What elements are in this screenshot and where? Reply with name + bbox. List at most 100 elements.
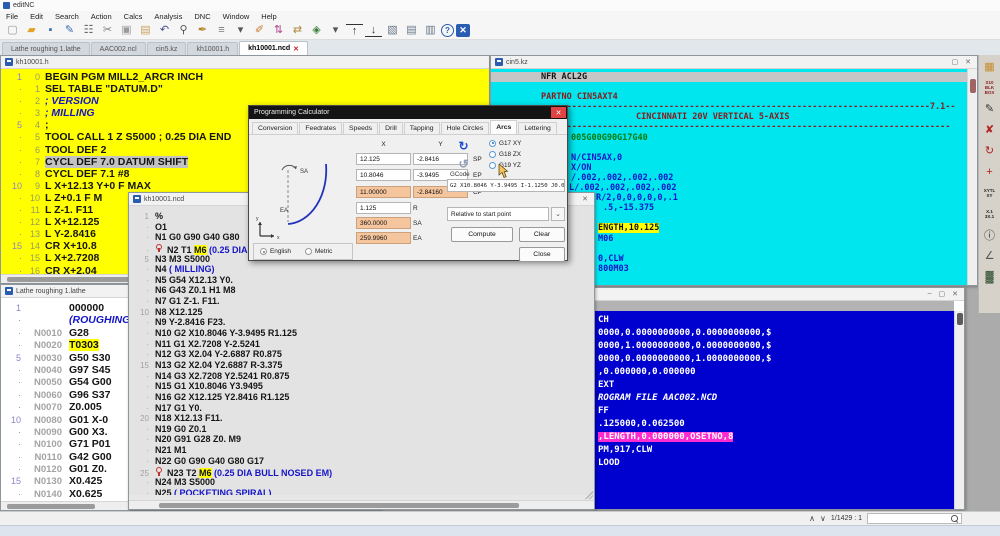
code-line[interactable]: ·N25 ( POCKETING SPIRAL): [129, 488, 594, 495]
gcode-result-field[interactable]: G2 X10.8046 Y-3.9495 I-1.1250 J0.0000: [447, 179, 565, 192]
close-tab-icon[interactable]: ✕: [293, 45, 299, 53]
maximize-icon[interactable]: ▢: [939, 290, 946, 298]
cascade-windows-icon[interactable]: ▧: [384, 23, 401, 38]
dialog-titlebar[interactable]: Programming Calculator ✕: [249, 106, 567, 119]
close-icon[interactable]: ✕: [965, 58, 971, 66]
code-line[interactable]: PM,917,CLW: [598, 444, 954, 457]
code-line[interactable]: ·N4 ( MILLING): [129, 264, 594, 275]
horizontal-scrollbar[interactable]: [129, 500, 594, 509]
start-angle-field[interactable]: 360.0000: [356, 217, 411, 229]
document-tab[interactable]: Lathe roughing 1.lathe: [2, 42, 90, 55]
xytl-view-icon[interactable]: XYTL XY: [980, 183, 999, 202]
rotate-view-icon[interactable]: ↻: [980, 141, 999, 160]
units-radio[interactable]: Metric: [305, 247, 332, 257]
calculator-tab[interactable]: Feedrates: [299, 122, 342, 134]
document-tab[interactable]: cin5.kz: [147, 42, 187, 55]
code-line[interactable]: LOOD: [598, 457, 954, 470]
code-line[interactable]: ROGRAM FILE AAC002.NCD: [598, 392, 954, 405]
save-as-icon[interactable]: ✎: [61, 23, 78, 38]
code-line[interactable]: ,0.000000,0.000000: [598, 366, 954, 379]
plane-radio[interactable]: G17 XY: [489, 138, 521, 148]
code-line[interactable]: ·N6 G43 Z0.1 H1 M8: [129, 285, 594, 296]
code-line[interactable]: 10N8 X12.125: [129, 307, 594, 318]
start-point-x-field[interactable]: 12.125: [356, 153, 411, 165]
code-line[interactable]: ,LENGTH,0.000000,OSETNO,8: [598, 431, 954, 444]
maximize-icon[interactable]: ▢: [952, 58, 959, 66]
code-line[interactable]: FF: [598, 405, 954, 418]
scrollbar-thumb[interactable]: [957, 313, 963, 325]
clear-button[interactable]: Clear: [519, 227, 565, 242]
resize-grip[interactable]: [584, 490, 593, 499]
code-line[interactable]: 0000,1.0000000000,0.0000000000,$: [598, 340, 954, 353]
code-line[interactable]: .125000,0.062500: [598, 418, 954, 431]
code-line[interactable]: 15N13 G2 X2.04 Y2.6887 R-3.375: [129, 360, 594, 371]
code-line[interactable]: ·N9 Y-2.8416 F23.: [129, 317, 594, 328]
code-line[interactable]: ·N24 M3 S5000: [129, 477, 594, 488]
find-previous-icon[interactable]: ∧: [809, 514, 815, 523]
center-point-x-field[interactable]: 11.00000: [356, 186, 411, 198]
zoom-tool-icon[interactable]: ✘: [980, 120, 999, 139]
chevron-down-icon[interactable]: ⌄: [551, 207, 565, 221]
clockwise-arc-icon[interactable]: ↻: [455, 138, 472, 154]
close-button[interactable]: Close: [519, 247, 565, 262]
calculator-tab[interactable]: Hole Circles: [441, 122, 490, 134]
menu-item[interactable]: Analysis: [148, 12, 188, 21]
code-line[interactable]: 25N23 T2 M6 (0.25 DIA BULL NOSED EM): [129, 466, 594, 477]
end-angle-field[interactable]: 259.9960: [356, 232, 411, 244]
code-line[interactable]: ·N22 G0 G90 G40 G80 G17: [129, 456, 594, 467]
code-line[interactable]: EXT: [598, 379, 954, 392]
code-line[interactable]: ·N7 G1 Z-1. F11.: [129, 296, 594, 307]
pin-icon[interactable]: ✒: [194, 23, 211, 38]
close-icon[interactable]: ✕: [952, 290, 958, 298]
menu-item[interactable]: Calcs: [118, 12, 149, 21]
code-line[interactable]: 0000,0.0000000000,0.0000000000,$: [598, 327, 954, 340]
info-icon[interactable]: ⓘ: [980, 225, 999, 244]
radio-button-icon[interactable]: [489, 140, 496, 147]
help-icon[interactable]: ?: [441, 24, 454, 37]
vertical-scrollbar[interactable]: [954, 311, 964, 509]
find-next-icon[interactable]: ∨: [820, 514, 826, 523]
menu-item[interactable]: Edit: [24, 12, 49, 21]
units-radio[interactable]: English: [260, 247, 291, 257]
app-titlebar[interactable]: editNC: [0, 0, 1000, 11]
arc-mode-dropdown[interactable]: Relative to start point: [447, 207, 549, 221]
new-file-icon[interactable]: ▢: [4, 23, 21, 38]
radius-field[interactable]: 1.125: [356, 202, 411, 214]
renumber-icon[interactable]: ⇅: [270, 23, 287, 38]
calculator-tab[interactable]: Tapping: [404, 122, 440, 134]
open-file-icon[interactable]: ▰: [23, 23, 40, 38]
code-line[interactable]: 0000,0.0000000000,1.0000000000,$: [598, 353, 954, 366]
calculator-tab[interactable]: Arcs: [490, 120, 517, 134]
menu-item[interactable]: Search: [49, 12, 85, 21]
list-dropdown-icon[interactable]: ▾: [232, 23, 249, 38]
window-titlebar[interactable]: kh10001.h: [1, 56, 489, 69]
ramp-icon[interactable]: ∠: [980, 246, 999, 265]
search-icon[interactable]: ⚲: [175, 23, 192, 38]
center-icon[interactable]: +: [980, 162, 999, 181]
calculator-tab[interactable]: Drill: [379, 122, 403, 134]
copy-icon[interactable]: ▣: [118, 23, 135, 38]
code-line[interactable]: 10BEGIN PGM MILL2_ARCR INCH: [1, 71, 489, 83]
code-line[interactable]: NFR ACL2G: [491, 72, 977, 82]
document-tab[interactable]: kh10001.h: [187, 42, 238, 55]
code-line[interactable]: ·N17 G1 Y0.: [129, 403, 594, 414]
code-line[interactable]: ·N10 G2 X10.8046 Y-3.9495 R1.125: [129, 328, 594, 339]
scrollbar-thumb[interactable]: [7, 504, 95, 509]
window-titlebar[interactable]: – ▢ ✕: [594, 288, 964, 301]
close-icon[interactable]: ✕: [551, 107, 566, 118]
scrollbar-thumb[interactable]: [159, 503, 519, 508]
menu-item[interactable]: Window: [217, 12, 256, 21]
scrollbar-thumb[interactable]: [970, 79, 976, 93]
code-line[interactable]: PARTNO CIN5AXT4: [491, 92, 977, 102]
window-titlebar[interactable]: cin5.kz ▢ ✕: [491, 56, 977, 69]
code-editor[interactable]: CH0000,0.0000000000,0.0000000000,$0000,1…: [594, 311, 954, 509]
plot-window-icon[interactable]: ▦: [980, 57, 999, 76]
pen-icon[interactable]: ✎: [980, 99, 999, 118]
code-line[interactable]: CH: [598, 314, 954, 327]
s10-blk-box-icon[interactable]: S10 BLK BOX: [980, 78, 999, 97]
machine-icon[interactable]: ◈: [308, 23, 325, 38]
counterclockwise-arc-icon[interactable]: ↺: [455, 156, 472, 172]
end-point-x-field[interactable]: 10.8046: [356, 169, 411, 181]
paste-icon[interactable]: ▤: [137, 23, 154, 38]
calculator-tab[interactable]: Conversion: [252, 122, 298, 134]
